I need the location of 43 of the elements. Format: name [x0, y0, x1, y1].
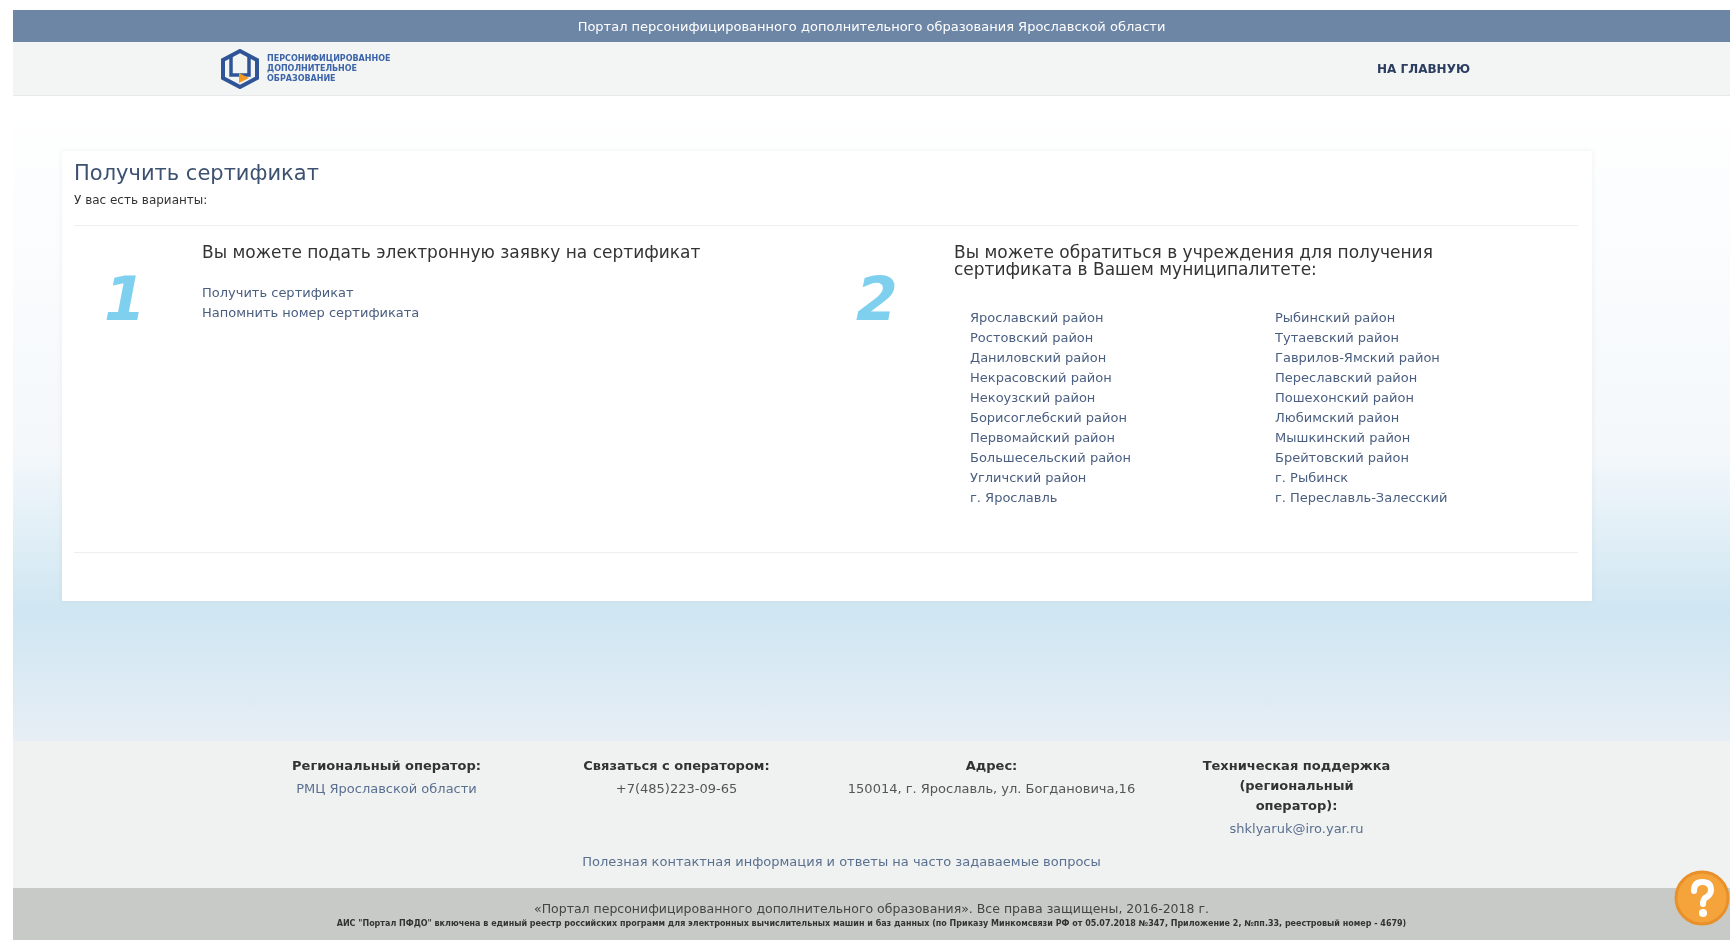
footer-link[interactable]: shklyaruk@iro.yar.ru [1229, 821, 1364, 836]
district-link[interactable]: Некрасовский район [970, 368, 1275, 388]
option-number: 1 [103, 263, 147, 336]
district-link[interactable]: Ростовский район [970, 328, 1275, 348]
district-link[interactable]: Мышкинский район [1275, 428, 1475, 448]
copyright-text: «Портал персонифицированного дополнительного образования». Все права защищены, 2016-2018 г. [534, 900, 1209, 916]
district-link[interactable]: Угличский район [970, 468, 1275, 488]
portal-title: Портал персонифицированного дополнительного образования Ярославской области [577, 18, 1166, 34]
registry-note: АИС "Портал ПФДО" включена в единый реестр российских программ для электронных вычислительных машин и баз данных (по Приказу Минкомсвязи РФ от 05.07.2018 №347, Приложение 2, №пп.33, реестровый номер - 4679) [336, 918, 1407, 928]
district-link[interactable]: Даниловский район [970, 348, 1275, 368]
certificate-link[interactable]: Получить сертификат [202, 283, 701, 303]
card-subtitle: У вас есть варианты: [74, 193, 209, 207]
district-link[interactable]: г. Ярославль [970, 488, 1275, 508]
footer-heading: Связаться с оператором: [583, 757, 770, 775]
footer-heading: Адрес: [965, 757, 1018, 775]
cube-logo-icon[interactable] [219, 48, 261, 89]
district-link[interactable]: г. Переславль-Залесский [1275, 488, 1475, 508]
footer-heading: Техническая поддержка (региональный оператор): [1201, 757, 1392, 815]
district-link[interactable]: Брейтовский район [1275, 448, 1475, 468]
district-link[interactable]: Переславский район [1275, 368, 1475, 388]
district-link[interactable]: Первомайский район [970, 428, 1275, 448]
footer-heading: Региональный оператор: [292, 757, 481, 775]
district-link[interactable]: Рыбинский район [1275, 308, 1475, 328]
card-title: Получить сертификат [74, 161, 320, 185]
district-link[interactable]: Любимский район [1275, 408, 1475, 428]
district-link[interactable]: Некоузский район [970, 388, 1275, 408]
option-heading: Вы можете подать электронную заявку на сертификат [202, 244, 701, 261]
district-link[interactable]: г. Рыбинск [1275, 468, 1475, 488]
option-number: 2 [855, 263, 899, 336]
district-link[interactable]: Пошехонский район [1275, 388, 1475, 408]
district-link[interactable]: Тутаевский район [1275, 328, 1475, 348]
footer-text: 150014, г. Ярославль, ул. Богдановича,16 [847, 781, 1136, 796]
district-link[interactable]: Борисоглебский район [970, 408, 1275, 428]
option-heading: Вы можете обратиться в учреждения для получения сертификата в Вашем муниципалитете: [954, 244, 1434, 278]
home-link[interactable]: НА ГЛАВНУЮ [1377, 61, 1470, 76]
footer-text: +7(485)223-09-65 [615, 781, 738, 796]
certificate-link[interactable]: Напомнить номер сертификата [202, 303, 701, 323]
logo-text: ПЕРСОНИФИЦИРОВАННОЕ ДОПОЛНИТЕЛЬНОЕ ОБРАЗОВАНИЕ [267, 53, 391, 84]
faq-link[interactable]: Полезная контактная информация и ответы на часто задаваемые вопросы [582, 854, 1101, 869]
district-link[interactable]: Большесельский район [970, 448, 1275, 468]
footer-link[interactable]: РМЦ Ярославской области [296, 781, 477, 796]
district-link[interactable]: Гаврилов-Ямский район [1275, 348, 1475, 368]
district-link[interactable]: Ярославский район [970, 308, 1275, 328]
